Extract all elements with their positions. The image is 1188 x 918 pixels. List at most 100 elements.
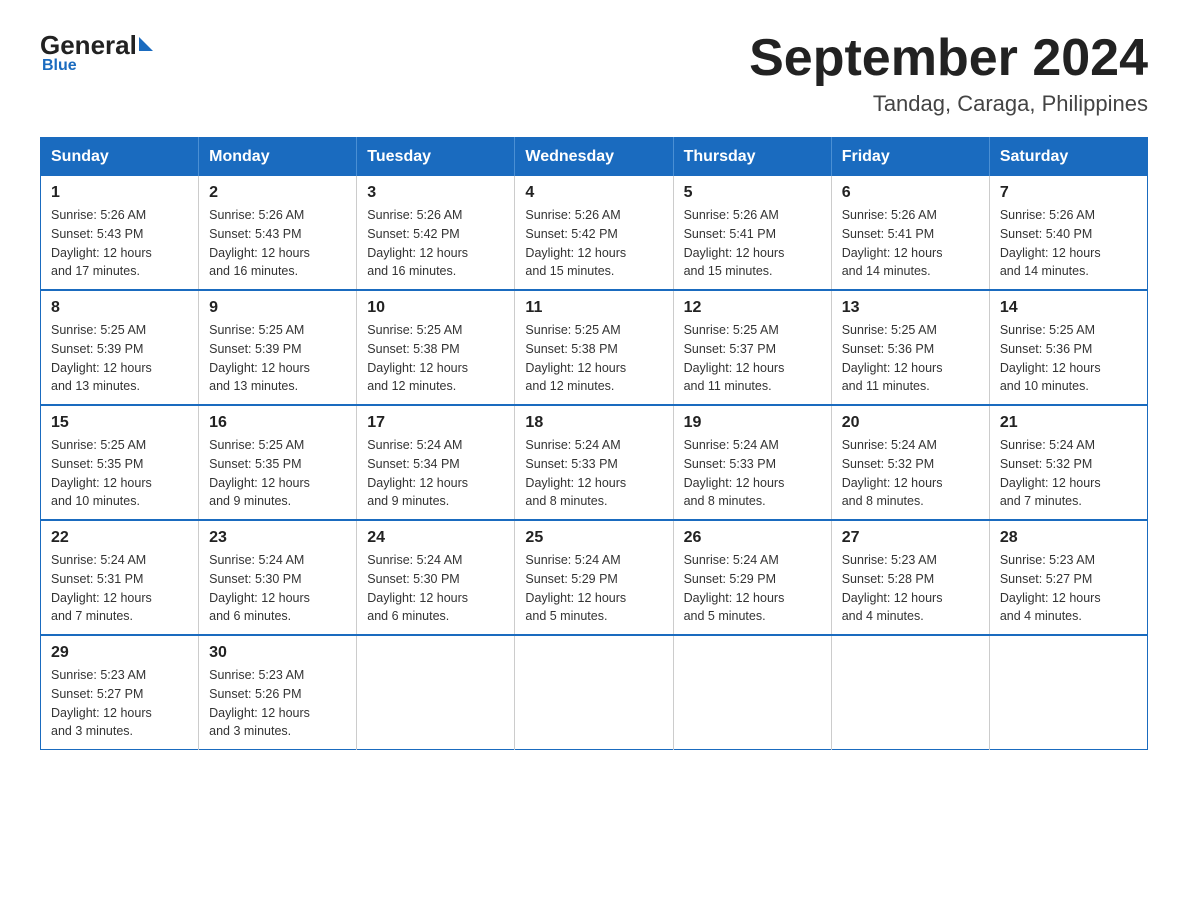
calendar-cell: 1Sunrise: 5:26 AMSunset: 5:43 PMDaylight… bbox=[41, 176, 199, 290]
logo-blue: Blue bbox=[42, 57, 77, 75]
calendar-cell: 29 Sunrise: 5:23 AMSunset: 5:27 PMDayligh… bbox=[41, 635, 199, 750]
day-info: Sunrise: 5:25 AMSunset: 5:35 PMDaylight:… bbox=[209, 436, 346, 511]
calendar-cell: 25 Sunrise: 5:24 AMSunset: 5:29 PMDayligh… bbox=[515, 520, 673, 635]
calendar-cell: 6 Sunrise: 5:26 AMSunset: 5:41 PMDaylight… bbox=[831, 176, 989, 290]
calendar-cell: 12 Sunrise: 5:25 AMSunset: 5:37 PMDayligh… bbox=[673, 290, 831, 405]
day-info: Sunrise: 5:25 AMSunset: 5:39 PMDaylight:… bbox=[51, 321, 188, 396]
calendar-header-thursday: Thursday bbox=[673, 138, 831, 177]
day-info: Sunrise: 5:25 AMSunset: 5:36 PMDaylight:… bbox=[842, 321, 979, 396]
calendar-cell: 13 Sunrise: 5:25 AMSunset: 5:36 PMDayligh… bbox=[831, 290, 989, 405]
day-number: 8 bbox=[51, 299, 188, 317]
calendar-cell bbox=[357, 635, 515, 750]
day-info: Sunrise: 5:26 AMSunset: 5:40 PMDaylight:… bbox=[1000, 206, 1137, 281]
calendar-cell: 4 Sunrise: 5:26 AMSunset: 5:42 PMDaylight… bbox=[515, 176, 673, 290]
day-number: 13 bbox=[842, 299, 979, 317]
day-info: Sunrise: 5:23 AMSunset: 5:26 PMDaylight:… bbox=[209, 666, 346, 741]
day-info: Sunrise: 5:26 AMSunset: 5:42 PMDaylight:… bbox=[525, 206, 662, 281]
day-number: 16 bbox=[209, 414, 346, 432]
day-info: Sunrise: 5:26 AMSunset: 5:43 PMDaylight:… bbox=[51, 206, 188, 281]
day-number: 10 bbox=[367, 299, 504, 317]
calendar-cell: 2Sunrise: 5:26 AMSunset: 5:43 PMDaylight… bbox=[199, 176, 357, 290]
calendar-cell: 10 Sunrise: 5:25 AMSunset: 5:38 PMDayligh… bbox=[357, 290, 515, 405]
day-number: 11 bbox=[525, 299, 662, 317]
day-info: Sunrise: 5:24 AMSunset: 5:30 PMDaylight:… bbox=[209, 551, 346, 626]
day-info: Sunrise: 5:26 AMSunset: 5:43 PMDaylight:… bbox=[209, 206, 346, 281]
calendar-cell: 5 Sunrise: 5:26 AMSunset: 5:41 PMDaylight… bbox=[673, 176, 831, 290]
day-number: 30 bbox=[209, 644, 346, 662]
day-number: 17 bbox=[367, 414, 504, 432]
day-info: Sunrise: 5:26 AMSunset: 5:41 PMDaylight:… bbox=[842, 206, 979, 281]
day-number: 19 bbox=[684, 414, 821, 432]
calendar-table: SundayMondayTuesdayWednesdayThursdayFrid… bbox=[40, 137, 1148, 750]
calendar-cell: 7 Sunrise: 5:26 AMSunset: 5:40 PMDaylight… bbox=[989, 176, 1147, 290]
day-number: 7 bbox=[1000, 184, 1137, 202]
day-info: Sunrise: 5:25 AMSunset: 5:36 PMDaylight:… bbox=[1000, 321, 1137, 396]
day-info: Sunrise: 5:26 AMSunset: 5:41 PMDaylight:… bbox=[684, 206, 821, 281]
calendar-week-2: 8 Sunrise: 5:25 AMSunset: 5:39 PMDaylight… bbox=[41, 290, 1148, 405]
page-title: September 2024 bbox=[749, 30, 1148, 87]
calendar-cell: 15 Sunrise: 5:25 AMSunset: 5:35 PMDayligh… bbox=[41, 405, 199, 520]
day-info: Sunrise: 5:24 AMSunset: 5:33 PMDaylight:… bbox=[525, 436, 662, 511]
logo: General Blue bbox=[40, 30, 153, 75]
calendar-header-tuesday: Tuesday bbox=[357, 138, 515, 177]
day-number: 23 bbox=[209, 529, 346, 547]
day-info: Sunrise: 5:23 AMSunset: 5:28 PMDaylight:… bbox=[842, 551, 979, 626]
calendar-cell: 17 Sunrise: 5:24 AMSunset: 5:34 PMDayligh… bbox=[357, 405, 515, 520]
calendar-cell: 14 Sunrise: 5:25 AMSunset: 5:36 PMDayligh… bbox=[989, 290, 1147, 405]
day-info: Sunrise: 5:24 AMSunset: 5:34 PMDaylight:… bbox=[367, 436, 504, 511]
day-number: 29 bbox=[51, 644, 188, 662]
day-number: 27 bbox=[842, 529, 979, 547]
calendar-cell: 18 Sunrise: 5:24 AMSunset: 5:33 PMDayligh… bbox=[515, 405, 673, 520]
day-number: 25 bbox=[525, 529, 662, 547]
day-info: Sunrise: 5:24 AMSunset: 5:31 PMDaylight:… bbox=[51, 551, 188, 626]
day-number: 6 bbox=[842, 184, 979, 202]
day-info: Sunrise: 5:23 AMSunset: 5:27 PMDaylight:… bbox=[51, 666, 188, 741]
day-number: 28 bbox=[1000, 529, 1137, 547]
calendar-cell: 27 Sunrise: 5:23 AMSunset: 5:28 PMDayligh… bbox=[831, 520, 989, 635]
calendar-header-row: SundayMondayTuesdayWednesdayThursdayFrid… bbox=[41, 138, 1148, 177]
calendar-header-friday: Friday bbox=[831, 138, 989, 177]
day-number: 21 bbox=[1000, 414, 1137, 432]
day-info: Sunrise: 5:24 AMSunset: 5:32 PMDaylight:… bbox=[842, 436, 979, 511]
day-number: 4 bbox=[525, 184, 662, 202]
calendar-week-3: 15 Sunrise: 5:25 AMSunset: 5:35 PMDayligh… bbox=[41, 405, 1148, 520]
day-info: Sunrise: 5:24 AMSunset: 5:33 PMDaylight:… bbox=[684, 436, 821, 511]
day-info: Sunrise: 5:24 AMSunset: 5:29 PMDaylight:… bbox=[684, 551, 821, 626]
calendar-cell bbox=[515, 635, 673, 750]
calendar-week-4: 22Sunrise: 5:24 AMSunset: 5:31 PMDayligh… bbox=[41, 520, 1148, 635]
day-number: 24 bbox=[367, 529, 504, 547]
day-info: Sunrise: 5:24 AMSunset: 5:29 PMDaylight:… bbox=[525, 551, 662, 626]
calendar-header-wednesday: Wednesday bbox=[515, 138, 673, 177]
day-number: 18 bbox=[525, 414, 662, 432]
calendar-cell bbox=[673, 635, 831, 750]
day-number: 14 bbox=[1000, 299, 1137, 317]
calendar-header-monday: Monday bbox=[199, 138, 357, 177]
day-number: 20 bbox=[842, 414, 979, 432]
day-info: Sunrise: 5:25 AMSunset: 5:38 PMDaylight:… bbox=[525, 321, 662, 396]
day-number: 26 bbox=[684, 529, 821, 547]
day-number: 5 bbox=[684, 184, 821, 202]
calendar-week-1: 1Sunrise: 5:26 AMSunset: 5:43 PMDaylight… bbox=[41, 176, 1148, 290]
calendar-cell: 11 Sunrise: 5:25 AMSunset: 5:38 PMDayligh… bbox=[515, 290, 673, 405]
title-block: September 2024 Tandag, Caraga, Philippin… bbox=[749, 30, 1148, 117]
day-number: 15 bbox=[51, 414, 188, 432]
calendar-cell: 30 Sunrise: 5:23 AMSunset: 5:26 PMDayligh… bbox=[199, 635, 357, 750]
calendar-cell: 21 Sunrise: 5:24 AMSunset: 5:32 PMDayligh… bbox=[989, 405, 1147, 520]
day-info: Sunrise: 5:26 AMSunset: 5:42 PMDaylight:… bbox=[367, 206, 504, 281]
calendar-header-saturday: Saturday bbox=[989, 138, 1147, 177]
page-subtitle: Tandag, Caraga, Philippines bbox=[749, 91, 1148, 117]
calendar-cell: 3Sunrise: 5:26 AMSunset: 5:42 PMDaylight… bbox=[357, 176, 515, 290]
calendar-week-5: 29 Sunrise: 5:23 AMSunset: 5:27 PMDayligh… bbox=[41, 635, 1148, 750]
day-info: Sunrise: 5:25 AMSunset: 5:35 PMDaylight:… bbox=[51, 436, 188, 511]
day-info: Sunrise: 5:23 AMSunset: 5:27 PMDaylight:… bbox=[1000, 551, 1137, 626]
day-info: Sunrise: 5:25 AMSunset: 5:38 PMDaylight:… bbox=[367, 321, 504, 396]
day-info: Sunrise: 5:25 AMSunset: 5:37 PMDaylight:… bbox=[684, 321, 821, 396]
day-info: Sunrise: 5:24 AMSunset: 5:30 PMDaylight:… bbox=[367, 551, 504, 626]
day-number: 12 bbox=[684, 299, 821, 317]
day-number: 9 bbox=[209, 299, 346, 317]
calendar-cell: 23 Sunrise: 5:24 AMSunset: 5:30 PMDayligh… bbox=[199, 520, 357, 635]
calendar-cell: 9Sunrise: 5:25 AMSunset: 5:39 PMDaylight… bbox=[199, 290, 357, 405]
calendar-cell: 22Sunrise: 5:24 AMSunset: 5:31 PMDayligh… bbox=[41, 520, 199, 635]
day-info: Sunrise: 5:24 AMSunset: 5:32 PMDaylight:… bbox=[1000, 436, 1137, 511]
calendar-cell: 28 Sunrise: 5:23 AMSunset: 5:27 PMDayligh… bbox=[989, 520, 1147, 635]
